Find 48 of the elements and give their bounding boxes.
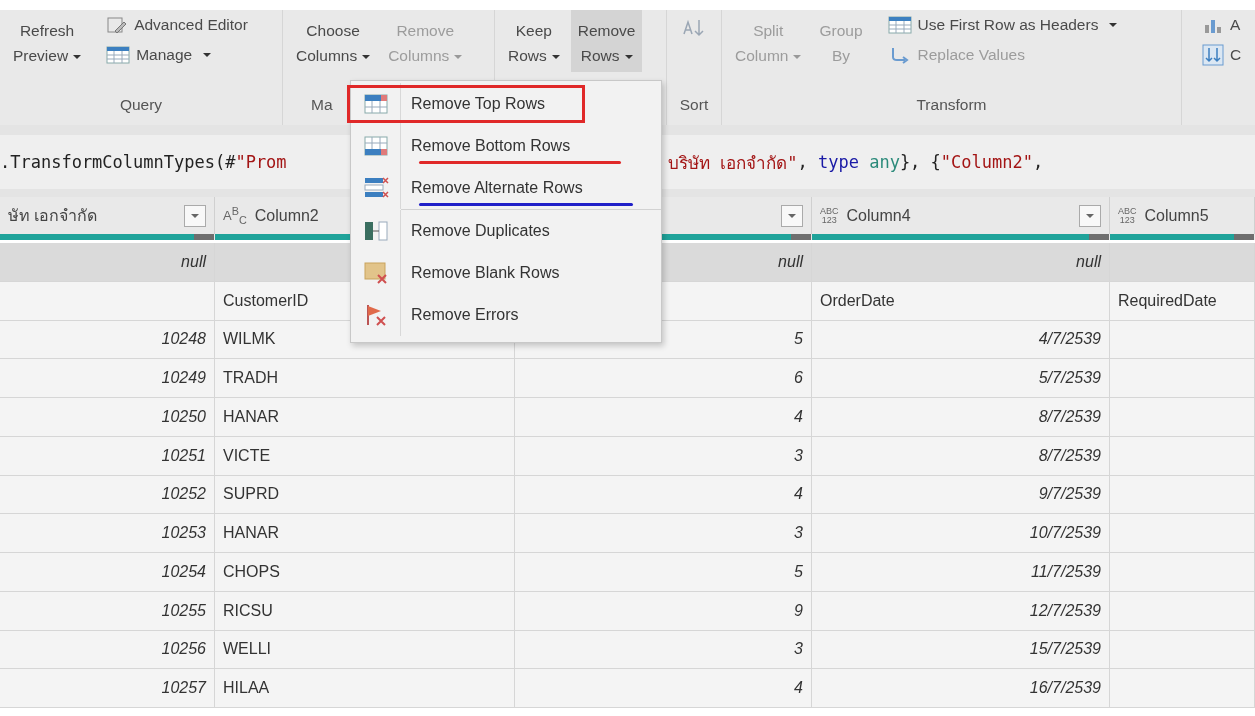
table-cell: null — [0, 243, 215, 282]
table-cell: TRADH — [215, 359, 515, 398]
table-cell: 10252 — [0, 475, 215, 515]
table-cell: 10249 — [0, 359, 215, 398]
table-cell: 9 — [515, 591, 812, 631]
table-cell: 15/7/2539 — [812, 630, 1110, 670]
table-cell: 10/7/2539 — [812, 514, 1110, 553]
table-cell: 4 — [515, 475, 812, 515]
table-cell: 10256 — [0, 630, 215, 670]
formula-text: บริษัท เอกจำกัด", type any}, {"Column2", — [668, 151, 1045, 175]
table-cell: 8/7/2539 — [812, 436, 1110, 476]
table-cell: 6 — [515, 359, 812, 398]
table-cell: 12/7/2539 — [812, 591, 1110, 631]
table-cell: null — [812, 243, 1110, 282]
table-cell: 3 — [515, 514, 812, 553]
table-cell: CHOPS — [215, 553, 515, 592]
table-cell: 10255 — [0, 591, 215, 631]
table-cell: VICTE — [215, 436, 515, 476]
table-cell: 3 — [515, 436, 812, 476]
group-label: Sort — [679, 96, 709, 114]
table-cell: 10251 — [0, 436, 215, 476]
table-cell: 5/7/2539 — [812, 359, 1110, 398]
table-cell: 10253 — [0, 514, 215, 553]
table-cell: OrderDate — [812, 281, 1110, 321]
table-cell: 4/7/2539 — [812, 320, 1110, 360]
table-cell: 4 — [515, 398, 812, 437]
group-label: Transform — [916, 96, 987, 114]
table-cell: RICSU — [215, 591, 515, 631]
group-label: Query — [119, 96, 163, 114]
table-cell: 11/7/2539 — [812, 553, 1110, 592]
table-cell: 5 — [515, 553, 812, 592]
table-cell: 10250 — [0, 398, 215, 437]
table-cell: 10254 — [0, 553, 215, 592]
group-label: Ma — [311, 96, 333, 114]
table-cell: HANAR — [215, 514, 515, 553]
table-cell: 10248 — [0, 320, 215, 360]
formula-text: .TransformColumnTypes(#"Prom — [0, 152, 288, 172]
table-cell: 16/7/2539 — [812, 669, 1110, 708]
table-cell: 9/7/2539 — [812, 475, 1110, 515]
table-cell: WELLI — [215, 630, 515, 670]
table-cell: RequiredDate — [1110, 281, 1255, 321]
table-cell: SUPRD — [215, 475, 515, 515]
table-cell: 4 — [515, 669, 812, 708]
table-cell: 8/7/2539 — [812, 398, 1110, 437]
table-cell: 3 — [515, 630, 812, 670]
table-cell: HANAR — [215, 398, 515, 437]
table-cell: 10257 — [0, 669, 215, 708]
table-cell: HILAA — [215, 669, 515, 708]
